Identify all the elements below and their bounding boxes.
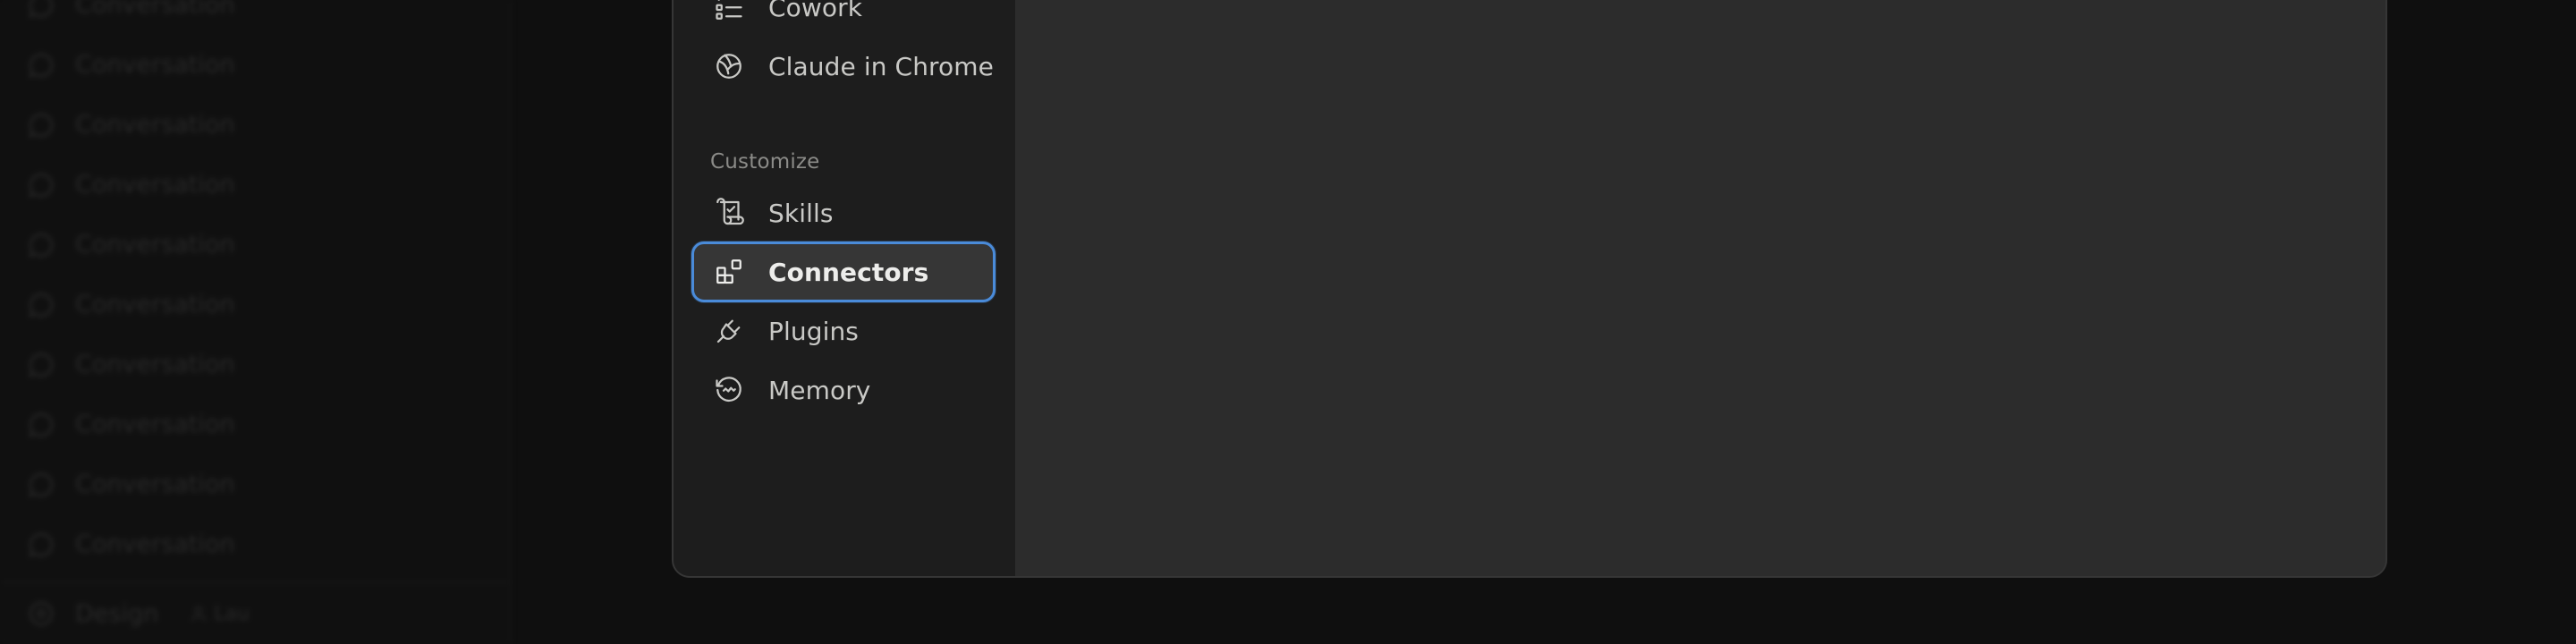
conversation-title: Conversation (75, 0, 235, 19)
connectors-icon (713, 256, 745, 288)
chat-bubble-icon (29, 113, 54, 138)
conversation-item[interactable]: Conversation (27, 394, 235, 454)
conversation-item[interactable]: Conversation (27, 335, 235, 394)
memory-icon (713, 374, 745, 406)
conversation-list: Conversation Conversation Conversation C… (27, 0, 235, 574)
chat-bubble-icon (29, 0, 54, 18)
nav-item-cowork[interactable]: Cowork (691, 0, 996, 38)
conversation-title: Conversation (75, 111, 235, 139)
nav-item-memory[interactable]: Memory (691, 360, 996, 420)
chat-bubble-icon (29, 53, 54, 78)
conversation-title: Conversation (75, 530, 235, 558)
footer-badge-label: Lau (214, 602, 250, 625)
conversation-item[interactable]: Conversation (27, 155, 235, 215)
globe-icon (713, 50, 745, 82)
app-root: Conversation Conversation Conversation C… (0, 0, 2576, 644)
footer-badge: Lau (189, 603, 250, 625)
user-icon (191, 606, 207, 622)
conversation-item[interactable]: Conversation (27, 0, 235, 35)
sidebar-footer: Design Lau (0, 581, 510, 644)
section-label-customize: Customize (710, 150, 820, 174)
conversation-title: Conversation (75, 171, 235, 199)
conversation-title: Conversation (75, 231, 235, 258)
conversation-title: Conversation (75, 470, 235, 498)
conversation-item[interactable]: Conversation (27, 215, 235, 275)
nav-item-label: Connectors (768, 257, 929, 287)
nav-item-label: Cowork (768, 0, 863, 22)
nav-item-plugins[interactable]: Plugins (691, 301, 996, 361)
chat-bubble-icon (29, 412, 54, 437)
conversation-title: Conversation (75, 291, 235, 318)
settings-nav: Cowork Claude in Chrome Customize Skills… (674, 0, 1015, 576)
settings-content-panel (1015, 0, 2385, 576)
conversation-item[interactable]: Conversation (27, 35, 235, 95)
footer-label[interactable]: Design (75, 600, 158, 628)
nav-item-connectors[interactable]: Connectors (691, 242, 996, 302)
conversation-item[interactable]: Conversation (27, 95, 235, 155)
nav-item-label: Claude in Chrome (768, 51, 994, 81)
chat-bubble-icon (29, 472, 54, 497)
conversation-item[interactable]: Conversation (27, 454, 235, 514)
conversation-title: Conversation (75, 51, 235, 79)
chat-bubble-icon (29, 532, 54, 557)
background-sidebar: Conversation Conversation Conversation C… (0, 0, 512, 644)
nav-item-label: Skills (768, 198, 834, 228)
chat-bubble-icon (29, 233, 54, 258)
chat-bubble-icon (29, 292, 54, 318)
conversation-item[interactable]: Conversation (27, 275, 235, 335)
nav-item-claude-in-chrome[interactable]: Claude in Chrome (691, 36, 996, 97)
conversation-title: Conversation (75, 351, 235, 378)
settings-modal: Cowork Claude in Chrome Customize Skills… (672, 0, 2387, 578)
palette-icon (29, 601, 54, 626)
chat-bubble-icon (29, 173, 54, 198)
nav-item-label: Memory (768, 375, 871, 405)
scroll-icon (713, 197, 745, 229)
nav-item-skills[interactable]: Skills (691, 182, 996, 243)
chat-bubble-icon (29, 352, 54, 377)
nav-item-label: Plugins (768, 316, 859, 346)
checklist-icon (713, 0, 745, 23)
conversation-title: Conversation (75, 411, 235, 438)
plug-icon (713, 315, 745, 347)
conversation-item[interactable]: Conversation (27, 514, 235, 574)
